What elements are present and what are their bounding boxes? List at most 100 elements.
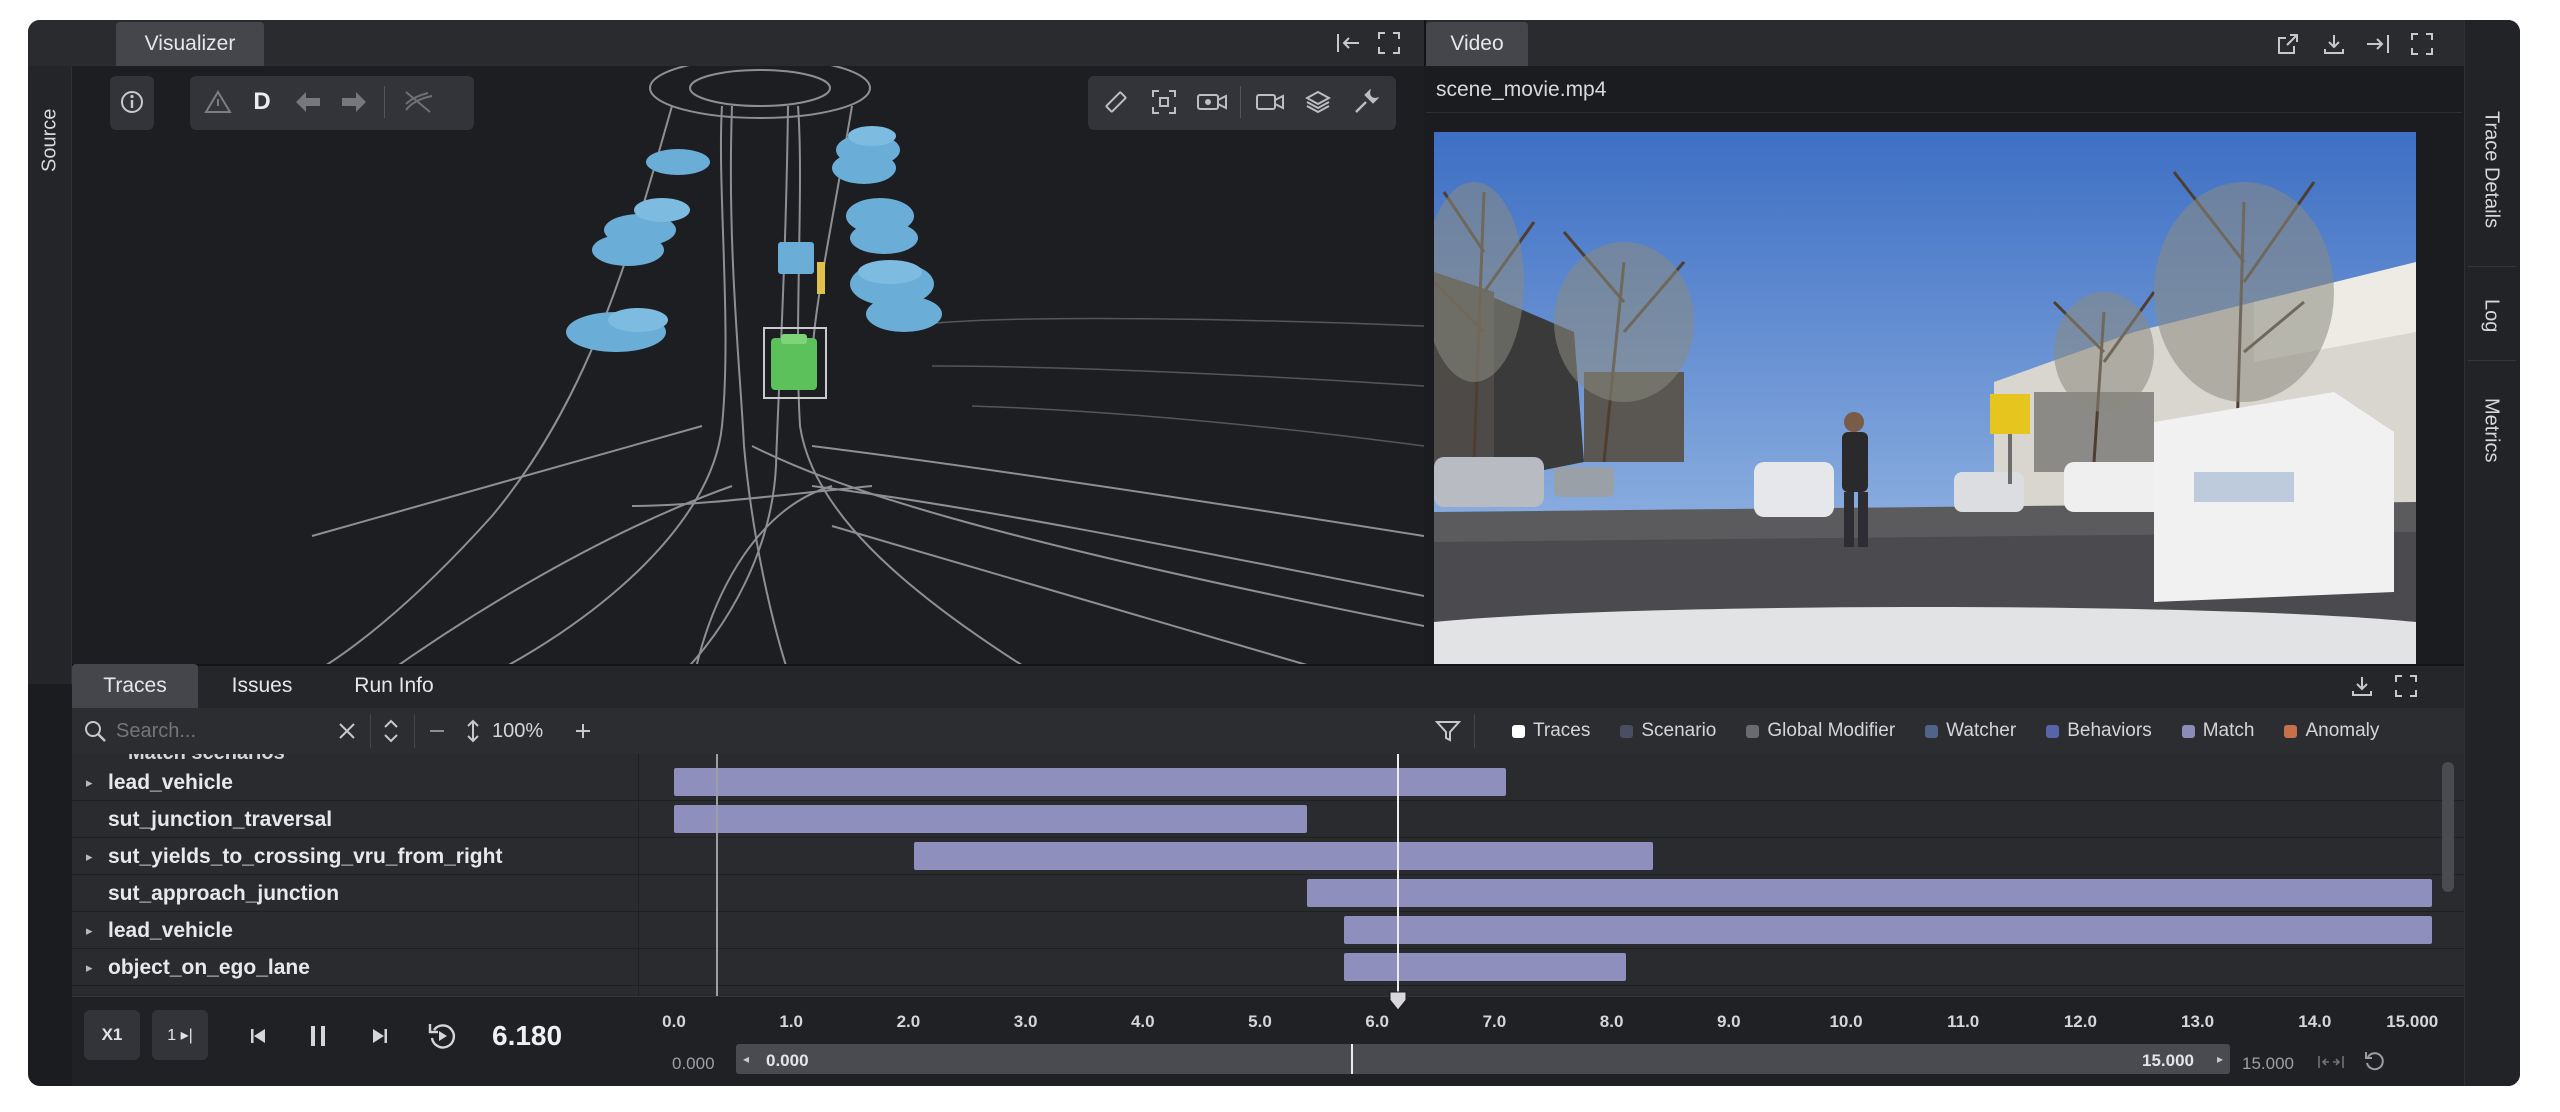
tab-visualizer[interactable]: Visualizer xyxy=(116,22,264,66)
tab-video[interactable]: Video xyxy=(1426,22,1528,66)
expand-caret-icon[interactable]: ▸ xyxy=(86,764,93,801)
legend-item[interactable]: Scenario xyxy=(1620,720,1716,742)
timeline-tick-label: 5.0 xyxy=(1248,1012,1272,1031)
timeline-tick-label: 4.0 xyxy=(1130,1012,1155,1031)
toolbar-divider xyxy=(1474,714,1475,748)
tab-run-info[interactable]: Run Info xyxy=(324,664,464,708)
legend-item[interactable]: Behaviors xyxy=(2046,720,2152,742)
rail-divider xyxy=(2468,266,2516,267)
trace-row-label: lead_vehicle xyxy=(108,771,233,794)
trace-row[interactable]: ▸ lead_vehicle xyxy=(72,764,2464,801)
trace-row[interactable]: sut_junction_traversal xyxy=(72,801,2464,838)
legend-swatch xyxy=(2284,724,2298,738)
visualizer-viewport[interactable] xyxy=(72,66,1424,684)
tab-issues[interactable]: Issues xyxy=(210,664,314,708)
video-frame-image xyxy=(1434,132,2416,682)
ruler-icon[interactable] xyxy=(1096,82,1136,122)
legend-item[interactable]: Global Modifier xyxy=(1746,720,1895,742)
trace-bar[interactable] xyxy=(674,805,1307,833)
traces-fullscreen-icon[interactable] xyxy=(2390,670,2422,702)
vertical-fit-icon[interactable] xyxy=(458,716,488,746)
replay-icon[interactable] xyxy=(422,1016,462,1056)
road-off-icon[interactable] xyxy=(398,82,438,122)
trace-bar[interactable] xyxy=(1344,916,2432,944)
drive-mode-button[interactable]: D xyxy=(244,82,280,122)
legend-item[interactable]: Watcher xyxy=(1925,720,2016,742)
trace-bar[interactable] xyxy=(1344,953,1626,981)
timeline-tick-label: 6.0 xyxy=(1365,1012,1390,1031)
skip-start-icon[interactable] xyxy=(240,1018,276,1054)
trace-row[interactable]: ▸ object_on_ego_lane xyxy=(72,949,2464,986)
video-player[interactable] xyxy=(1434,132,2416,682)
trace-row[interactable]: sut_approach_junction xyxy=(72,875,2464,912)
reset-icon[interactable] xyxy=(2358,1046,2392,1076)
zoom-out-icon[interactable] xyxy=(422,716,452,746)
video-fullscreen-icon[interactable] xyxy=(2406,28,2438,60)
legend-item[interactable]: Anomaly xyxy=(2284,720,2379,742)
timeline-tick-label: 3.0 xyxy=(1013,1012,1038,1031)
rail-tab-trace-details[interactable]: Trace Details xyxy=(2474,80,2508,260)
timeline-tick-label: 12.0 xyxy=(2063,1012,2097,1031)
trace-bar[interactable] xyxy=(914,842,1653,870)
expand-caret-icon[interactable]: ▸ xyxy=(86,949,93,986)
download-icon[interactable] xyxy=(2318,28,2350,60)
range-handle-left[interactable]: ◂ xyxy=(736,1044,756,1074)
rail-tab-metrics[interactable]: Metrics xyxy=(2474,370,2508,490)
tab-traces[interactable]: Traces xyxy=(72,664,198,708)
clear-icon[interactable] xyxy=(332,716,362,746)
arrow-right-icon[interactable] xyxy=(334,82,374,122)
trace-row[interactable]: ▸ lead_vehicle xyxy=(72,912,2464,949)
playhead-marker[interactable] xyxy=(1388,990,1408,1012)
timeline-tick-label: 1.0 xyxy=(779,1012,804,1031)
skip-end-icon[interactable] xyxy=(362,1018,398,1054)
fit-range-icon[interactable] xyxy=(2314,1050,2348,1074)
focus-icon[interactable] xyxy=(1144,82,1184,122)
traces-download-icon[interactable] xyxy=(2346,670,2378,702)
timeline-tick-label: 0.0 xyxy=(662,1012,686,1031)
trace-row-label: object_on_ego_lane xyxy=(108,956,310,979)
collapse-pane-icon[interactable] xyxy=(1334,28,1364,58)
legend-swatch xyxy=(2181,724,2195,738)
wrench-icon[interactable] xyxy=(1346,82,1386,122)
timeline-tick-label: 13.0 xyxy=(2181,1012,2215,1031)
range-handle-right[interactable]: ▸ xyxy=(2210,1044,2230,1074)
filter-icon[interactable] xyxy=(1432,716,1464,746)
range-end-outer: 15.000 xyxy=(2242,1054,2294,1073)
trace-bar[interactable] xyxy=(1306,879,2432,907)
expand-caret-icon[interactable]: ▸ xyxy=(86,912,93,949)
toolbar-divider xyxy=(370,714,371,748)
speed-button[interactable]: X1 xyxy=(84,1010,140,1060)
range-slider-track[interactable] xyxy=(736,1044,2230,1074)
trace-scrollbar[interactable] xyxy=(2442,762,2454,892)
camera-follow-icon[interactable] xyxy=(1192,82,1232,122)
source-tab[interactable]: Source xyxy=(34,80,66,200)
trace-row[interactable]: ▸ sut_yields_to_crossing_vru_from_right xyxy=(72,838,2464,875)
trace-row-label: sut_approach_junction xyxy=(108,882,340,905)
legend-item[interactable]: Match xyxy=(2181,720,2254,742)
expand-caret-icon[interactable]: ▸ xyxy=(86,838,93,875)
legend-swatch xyxy=(1512,724,1525,738)
rail-tab-log[interactable]: Log xyxy=(2474,276,2508,356)
trace-bar[interactable] xyxy=(674,768,1507,796)
dock-right-icon[interactable] xyxy=(2362,28,2394,60)
fullscreen-icon[interactable] xyxy=(1374,28,1404,58)
layers-icon[interactable] xyxy=(1298,82,1338,122)
info-icon[interactable] xyxy=(114,82,150,122)
legend-label: Watcher xyxy=(1946,720,2017,741)
legend-item[interactable]: Traces xyxy=(1512,720,1590,742)
expand-collapse-icon[interactable] xyxy=(376,716,406,746)
legend-label: Anomaly xyxy=(2305,720,2380,741)
legend-swatch xyxy=(2046,724,2060,738)
arrow-left-icon[interactable] xyxy=(288,82,328,122)
range-end-inner: 15.000 xyxy=(2142,1051,2194,1070)
warning-icon[interactable] xyxy=(198,82,238,122)
trace-type-legend: Traces Scenario Global Modifier Watcher Beha… xyxy=(1512,720,2379,742)
pause-icon[interactable] xyxy=(300,1018,336,1054)
zoom-in-icon[interactable] xyxy=(568,716,598,746)
external-link-icon[interactable] xyxy=(2272,28,2304,60)
trace-search-input[interactable] xyxy=(116,716,346,746)
app-window: Visualizer Source D Video scene_movie.mp… xyxy=(28,20,2520,1086)
video-camera-icon[interactable] xyxy=(1250,82,1290,122)
playhead-line[interactable] xyxy=(1397,754,1400,1016)
step-size-button[interactable]: 1 ▸| xyxy=(152,1010,208,1060)
